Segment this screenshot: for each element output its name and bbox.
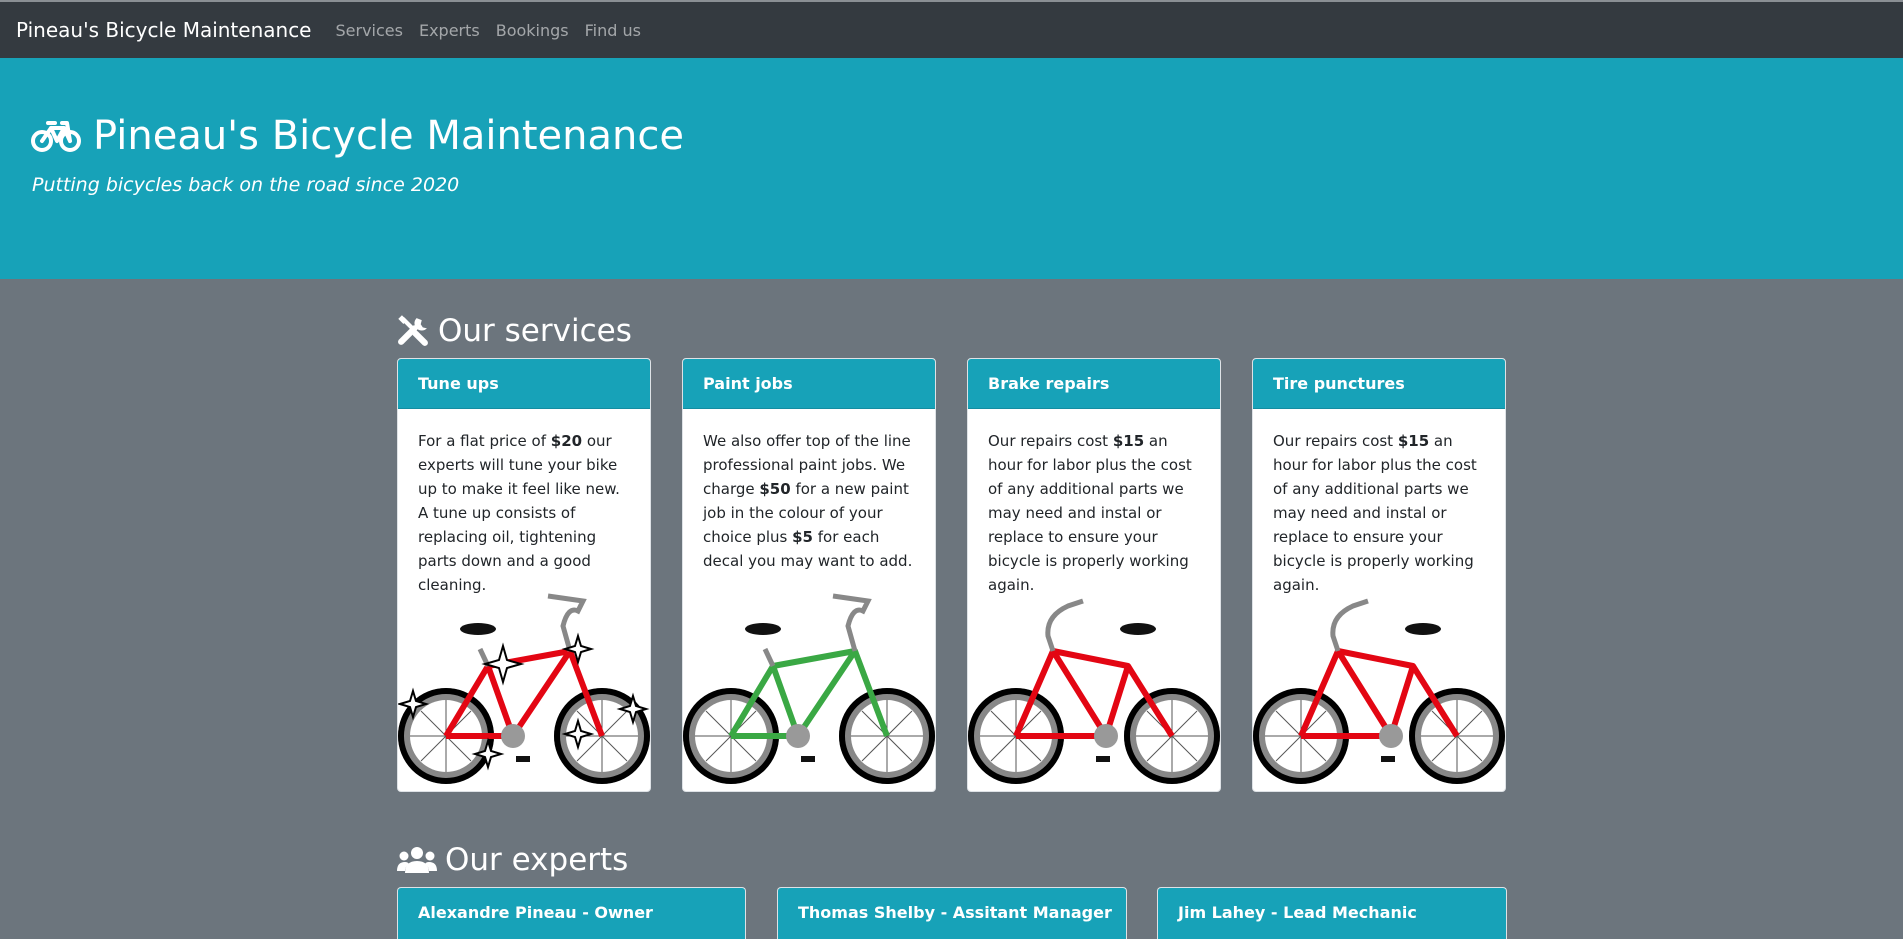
nav-link-find-us[interactable]: Find us bbox=[585, 21, 641, 40]
nav-link-services[interactable]: Services bbox=[336, 21, 403, 40]
expert-card-assistant-manager: Thomas Shelby - Assitant Manager bbox=[777, 887, 1127, 939]
hero-title-text: Pineau's Bicycle Maintenance bbox=[93, 113, 684, 159]
service-card-tire-punctures: Tire punctures Our repairs cost $15 an h… bbox=[1252, 358, 1506, 792]
card-title: Tune ups bbox=[398, 359, 650, 409]
card-description: For a flat price of $20 our experts will… bbox=[418, 432, 620, 594]
hero-title: Pineau's Bicycle Maintenance bbox=[31, 113, 684, 159]
green-bicycle-image bbox=[683, 593, 935, 784]
users-icon bbox=[397, 847, 437, 873]
red-bicycle-image bbox=[1253, 598, 1505, 784]
experts-heading-text: Our experts bbox=[445, 842, 629, 878]
nav-link-experts[interactable]: Experts bbox=[419, 21, 480, 40]
nav-link-bookings[interactable]: Bookings bbox=[496, 21, 569, 40]
bicycle-icon bbox=[31, 121, 81, 152]
shiny-red-bicycle-image bbox=[398, 593, 650, 784]
expert-card-lead-mechanic: Jim Lahey - Lead Mechanic bbox=[1157, 887, 1507, 939]
tools-icon bbox=[398, 314, 428, 346]
red-bicycle-image bbox=[968, 598, 1220, 784]
expert-card-owner: Alexandre Pineau - Owner bbox=[397, 887, 746, 939]
service-card-tune-ups: Tune ups For a flat price of $20 our exp… bbox=[397, 358, 651, 792]
hero-subtitle: Putting bicycles back on the road since … bbox=[32, 174, 460, 196]
navbar: Pineau's Bicycle Maintenance Services Ex… bbox=[0, 0, 1903, 58]
card-title: Brake repairs bbox=[968, 359, 1220, 409]
card-description: Our repairs cost $15 an hour for labor p… bbox=[988, 432, 1192, 594]
card-description: We also offer top of the line profession… bbox=[703, 432, 913, 570]
services-heading-text: Our services bbox=[438, 313, 632, 349]
experts-heading: Our experts bbox=[397, 842, 628, 878]
service-card-paint-jobs: Paint jobs We also offer top of the line… bbox=[682, 358, 936, 792]
services-heading: Our services bbox=[397, 313, 632, 349]
card-title: Tire punctures bbox=[1253, 359, 1505, 409]
service-card-brake-repairs: Brake repairs Our repairs cost $15 an ho… bbox=[967, 358, 1221, 792]
navbar-brand[interactable]: Pineau's Bicycle Maintenance bbox=[16, 18, 312, 42]
card-title: Paint jobs bbox=[683, 359, 935, 409]
jumbotron: Pineau's Bicycle Maintenance Putting bic… bbox=[0, 58, 1903, 279]
card-description: Our repairs cost $15 an hour for labor p… bbox=[1273, 432, 1477, 594]
